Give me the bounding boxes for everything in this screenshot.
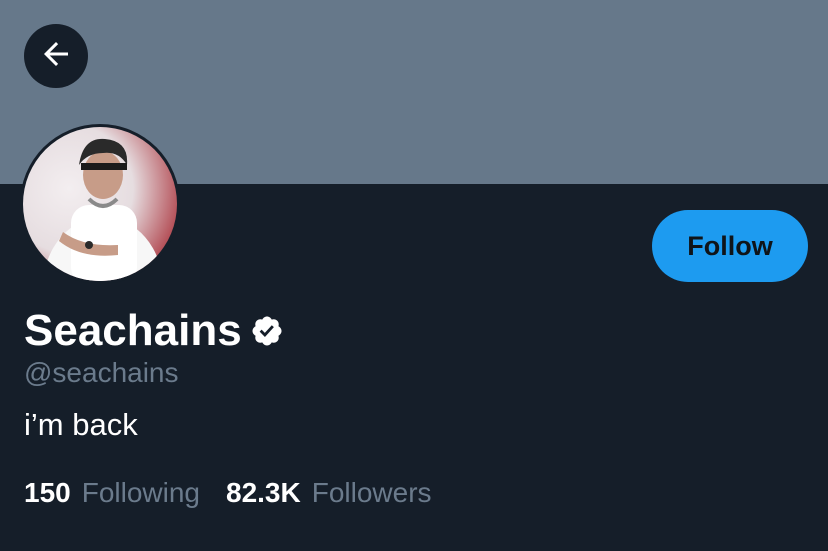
back-button[interactable] xyxy=(24,24,88,88)
followers-stat[interactable]: 82.3K Followers xyxy=(226,476,432,510)
followers-count: 82.3K xyxy=(226,477,301,508)
avatar[interactable] xyxy=(23,127,177,281)
followers-label: Followers xyxy=(311,477,432,508)
profile-bio: i’m back xyxy=(24,407,138,442)
following-stat[interactable]: 150 Following xyxy=(24,476,200,510)
back-arrow-icon xyxy=(38,36,74,77)
profile-stats: 150 Following 82.3K Followers xyxy=(24,476,458,510)
avatar-image xyxy=(43,138,163,281)
profile-handle: @seachains xyxy=(24,357,179,388)
profile-name-row: Seachains xyxy=(24,305,284,357)
follow-button[interactable]: Follow xyxy=(652,210,808,282)
following-label: Following xyxy=(81,477,200,508)
following-count: 150 xyxy=(24,477,71,508)
display-name: Seachains xyxy=(24,306,242,355)
verified-badge-icon xyxy=(250,314,284,348)
avatar-frame xyxy=(20,124,180,284)
